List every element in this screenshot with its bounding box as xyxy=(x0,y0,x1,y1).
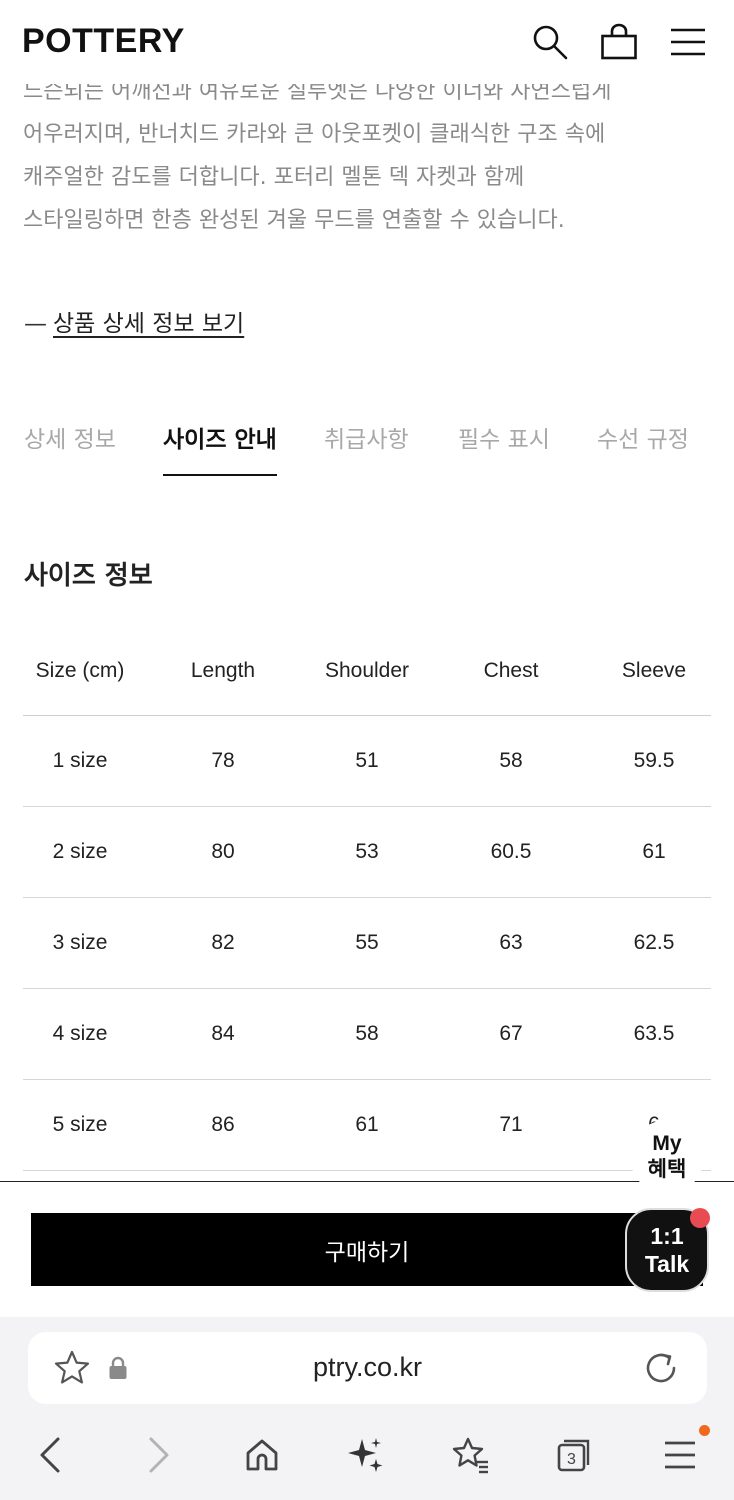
hamburger-menu-icon[interactable] xyxy=(668,22,708,62)
tab-count: 3 xyxy=(567,1451,576,1468)
home-icon[interactable] xyxy=(238,1431,286,1479)
purchase-bar: 구매하기 xyxy=(0,1181,734,1317)
table-cell: 78 xyxy=(211,749,235,772)
table-cell: 53 xyxy=(355,840,379,863)
product-info-tabs: 상세 정보 사이즈 안내 취급사항 필수 표시 수선 규정 xyxy=(0,420,734,476)
table-cell: 61 xyxy=(642,840,666,863)
tab-care[interactable]: 취급사항 xyxy=(324,420,409,476)
tab-size-guide[interactable]: 사이즈 안내 xyxy=(163,420,277,476)
table-cell: 84 xyxy=(211,1022,235,1045)
bookmarks-icon[interactable] xyxy=(446,1431,494,1479)
table-cell: 67 xyxy=(499,1022,523,1045)
table-header-row: Size (cm) Length Shoulder Chest Sleeve xyxy=(23,626,711,716)
table-cell: 58 xyxy=(355,1022,379,1045)
table-cell: 63.5 xyxy=(633,1022,675,1045)
tab-repair-policy[interactable]: 수선 규정 xyxy=(597,420,689,476)
browser-chrome: ptry.co.kr 3 xyxy=(0,1317,734,1500)
tab-detail-info[interactable]: 상세 정보 xyxy=(24,420,116,476)
ai-sparkle-icon[interactable] xyxy=(342,1431,390,1479)
table-cell: 2 size xyxy=(52,840,108,863)
shopping-bag-icon[interactable] xyxy=(599,22,639,62)
product-detail-link[interactable]: — 상품 상세 정보 보기 xyxy=(24,304,244,338)
table-cell: 5 size xyxy=(52,1113,108,1136)
product-detail-link-label[interactable]: 상품 상세 정보 보기 xyxy=(53,311,244,337)
tab-required-info[interactable]: 필수 표시 xyxy=(458,420,550,476)
talk-notification-dot xyxy=(690,1208,710,1228)
talk-label-line1: 1:1 xyxy=(650,1223,684,1249)
table-row: 1 size 78 51 58 59.5 xyxy=(23,716,711,807)
product-description: 느슨되는 어깨선과 여유로운 실루엣은 다양한 이너와 자연스럽게 어우러지며,… xyxy=(23,70,713,242)
reload-icon[interactable] xyxy=(642,1332,680,1404)
link-dash: — xyxy=(24,311,47,337)
table-cell: 58 xyxy=(499,749,523,772)
forward-icon[interactable] xyxy=(135,1431,183,1479)
size-info-title: 사이즈 정보 xyxy=(24,561,153,591)
header-cell: Length xyxy=(190,658,256,682)
description-line: 어우러지며, 반너치드 카라와 큰 아웃포켓이 클래식한 구조 속에 xyxy=(23,122,606,147)
table-cell: 4 size xyxy=(52,1022,108,1045)
buy-button[interactable]: 구매하기 xyxy=(31,1213,703,1286)
table-cell: 82 xyxy=(211,931,235,954)
table-cell: 71 xyxy=(499,1113,523,1136)
my-benefit-button[interactable]: My 혜택 xyxy=(630,1120,704,1194)
browser-menu-icon[interactable] xyxy=(656,1431,704,1479)
header-cell: Chest xyxy=(483,658,539,682)
table-row: 3 size 82 55 63 62.5 xyxy=(23,898,711,989)
table-cell: 62.5 xyxy=(633,931,675,954)
my-benefit-label-line2: 혜택 xyxy=(647,1158,687,1181)
table-row: 4 size 84 58 67 63.5 xyxy=(23,989,711,1080)
back-icon[interactable] xyxy=(26,1431,74,1479)
table-row: 2 size 80 53 60.5 61 xyxy=(23,807,711,898)
description-line: 스타일링하면 한층 완성된 겨울 무드를 연출할 수 있습니다. xyxy=(23,208,565,233)
talk-label-line2: Talk xyxy=(644,1251,690,1277)
header-cell: Size (cm) xyxy=(35,658,125,682)
table-row: 5 size 86 61 71 6 xyxy=(23,1080,711,1171)
table-cell: 59.5 xyxy=(633,749,675,772)
browser-nav-bar: 3 xyxy=(0,1417,734,1492)
site-header: POTTERY xyxy=(0,0,734,84)
table-cell: 51 xyxy=(355,749,379,772)
table-cell: 63 xyxy=(499,931,523,954)
table-cell: 60.5 xyxy=(490,840,532,863)
header-cell: Sleeve xyxy=(621,658,687,682)
pottery-logo[interactable]: POTTERY xyxy=(22,22,185,61)
header-cell: Shoulder xyxy=(324,658,410,682)
tabs-icon[interactable]: 3 xyxy=(550,1431,598,1479)
table-cell: 61 xyxy=(355,1113,379,1136)
menu-notification-dot xyxy=(699,1425,710,1436)
description-line: 캐주얼한 감도를 더합니다. 포터리 멜톤 덱 자켓과 함께 xyxy=(23,165,525,190)
table-cell: 3 size xyxy=(52,931,108,954)
my-benefit-label-line1: My xyxy=(652,1132,682,1155)
table-cell: 86 xyxy=(211,1113,235,1136)
size-table: Size (cm) Length Shoulder Chest Sleeve 1… xyxy=(23,626,711,1171)
address-bar[interactable]: ptry.co.kr xyxy=(28,1332,707,1404)
search-icon[interactable] xyxy=(530,22,570,62)
table-cell: 1 size xyxy=(52,749,108,772)
table-cell: 55 xyxy=(355,931,379,954)
table-cell: 80 xyxy=(211,840,235,863)
url-text[interactable]: ptry.co.kr xyxy=(28,1352,707,1383)
